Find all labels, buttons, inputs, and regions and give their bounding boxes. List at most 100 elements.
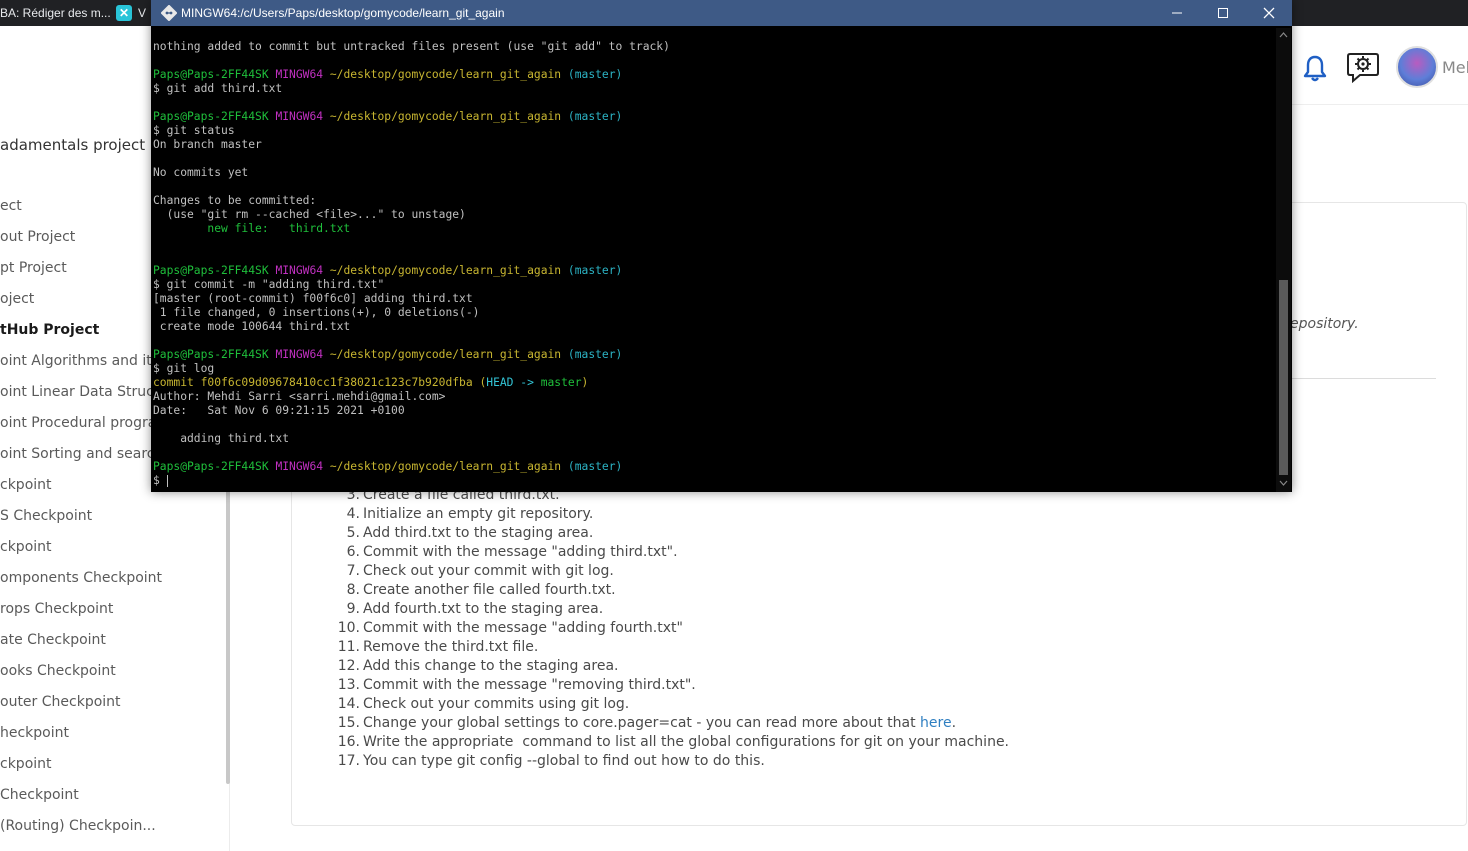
terminal-text: (master) [567, 68, 623, 81]
item-text: Add third.txt to the staging area. [363, 525, 594, 541]
sidebar-item[interactable]: Checkpoint [0, 787, 79, 803]
list-item: 8. Create another file called fourth.txt. [330, 581, 1009, 600]
instructions-list: 3. Create a file called third.txt. 4. Init… [330, 486, 1009, 771]
terminal-text: [master (root-commit) f00f6c0] adding th… [153, 292, 473, 305]
terminal-text: (use "git rm --cached <file>..." to unst… [153, 208, 466, 221]
scroll-down-icon[interactable] [1279, 480, 1288, 486]
bell-icon[interactable] [1303, 54, 1327, 82]
tab-label: V [138, 6, 147, 20]
terminal-text: ~/desktop/gomycode/learn_git_again [329, 264, 562, 277]
terminal-line: No commits yet [153, 166, 1273, 180]
terminal-text: 1 file changed, 0 insertions(+), 0 delet… [153, 306, 480, 319]
here-link[interactable]: here [920, 714, 952, 733]
browser-tab[interactable]: BA: Rédiger des m... [0, 0, 112, 26]
item-text: Check out your commits using git log. [363, 696, 630, 712]
item-text: Write the appropriate command to list al… [363, 734, 1010, 750]
sidebar-item[interactable]: S Checkpoint [0, 508, 92, 524]
item-number: 12. [337, 658, 360, 674]
list-item: 16. Write the appropriate command to list… [330, 733, 1009, 752]
item-text: You can type git config --global to find… [363, 753, 765, 769]
terminal-window[interactable]: MINGW64:/c/Users/Paps/desktop/gomycode/l… [151, 0, 1292, 492]
sidebar-item[interactable]: ckpoint [0, 539, 52, 555]
terminal-text: Paps@Paps-2FF44SK [153, 68, 269, 81]
sidebar-item[interactable]: rops Checkpoint [0, 601, 113, 617]
item-number: 16. [337, 734, 360, 750]
terminal-line: $ git log [153, 362, 1273, 376]
maximize-button[interactable] [1200, 0, 1246, 26]
terminal-line: $ [153, 474, 1273, 488]
terminal-scroll-thumb[interactable] [1279, 280, 1288, 475]
chat-gear-icon[interactable] [1346, 51, 1380, 83]
terminal-line: (use "git rm --cached <file>..." to unst… [153, 208, 1273, 222]
terminal-text: ~/desktop/gomycode/learn_git_again [329, 110, 562, 123]
sidebar-item[interactable]: pt Project [0, 260, 67, 276]
sidebar-item[interactable]: omponents Checkpoint [0, 570, 162, 586]
terminal-output[interactable]: nothing added to commit but untracked fi… [153, 40, 1273, 490]
terminal-text: ~/desktop/gomycode/learn_git_again [329, 348, 562, 361]
sidebar-item[interactable]: ooks Checkpoint [0, 663, 116, 679]
terminal-titlebar[interactable]: MINGW64:/c/Users/Paps/desktop/gomycode/l… [151, 0, 1292, 26]
terminal-text: Paps@Paps-2FF44SK [153, 460, 269, 473]
sidebar-item[interactable]: ect [0, 198, 22, 214]
sidebar-item[interactable]: oint Algorithms and it [0, 353, 152, 369]
sidebar-item[interactable]: (Routing) Checkpoin... [0, 818, 156, 834]
terminal-text: ~/desktop/gomycode/learn_git_again [329, 460, 562, 473]
list-item: 6. Commit with the message "adding third.… [330, 543, 1009, 562]
sidebar-item[interactable]: oint Linear Data Struc [0, 384, 154, 400]
terminal-line: Author: Mehdi Sarri <sarri.mehdi@gmail.c… [153, 390, 1273, 404]
list-item: 15. Change your global settings to core.p… [330, 714, 1009, 733]
browser-tab[interactable]: ✕ V [116, 0, 152, 26]
sidebar-section-title[interactable]: adamentals project [0, 136, 145, 154]
terminal-line: Paps@Paps-2FF44SK MINGW64 ~/desktop/gomy… [153, 264, 1273, 278]
terminal-line: Date: Sat Nov 6 09:21:15 2021 +0100 [153, 404, 1273, 418]
sidebar-item[interactable]: out Project [0, 229, 75, 245]
close-button[interactable] [1246, 0, 1292, 26]
sidebar-item[interactable]: ckpoint [0, 477, 52, 493]
card-divider [1290, 378, 1436, 379]
terminal-line: Changes to be committed: [153, 194, 1273, 208]
item-text: Initialize an empty git repository. [363, 506, 594, 522]
sidebar-item[interactable]: oint Procedural progra [0, 415, 156, 431]
terminal-line: Paps@Paps-2FF44SK MINGW64 ~/desktop/gomy… [153, 68, 1273, 82]
sidebar-item[interactable]: oject [0, 291, 34, 307]
terminal-text: Paps@Paps-2FF44SK [153, 110, 269, 123]
sidebar-item[interactable]: outer Checkpoint [0, 694, 121, 710]
item-number: 10. [337, 620, 360, 636]
minimize-button[interactable] [1154, 0, 1200, 26]
terminal-text: create mode 100644 third.txt [153, 320, 351, 333]
card-description-fragment: epository. [1290, 316, 1359, 332]
terminal-text: adding third.txt [153, 432, 290, 445]
terminal-text: ~/desktop/gomycode/learn_git_again [329, 68, 562, 81]
item-text: Commit with the message "removing third.… [363, 677, 696, 693]
terminal-text: $ git log [153, 362, 215, 375]
user-name[interactable]: Mel [1442, 58, 1468, 77]
terminal-text: master [540, 376, 582, 389]
sidebar-item[interactable]: ckpoint [0, 756, 52, 772]
avatar[interactable] [1396, 46, 1438, 88]
terminal-line: On branch master [153, 138, 1273, 152]
sidebar-item-active[interactable]: tHub Project [0, 322, 99, 338]
list-item: 14. Check out your commits using git log. [330, 695, 1009, 714]
item-text: Check out your commit with git log. [363, 563, 614, 579]
scroll-up-icon[interactable] [1279, 32, 1288, 38]
sidebar-item[interactable]: heckpoint [0, 725, 69, 741]
terminal-line: create mode 100644 third.txt [153, 320, 1273, 334]
terminal-text: Paps@Paps-2FF44SK [153, 264, 269, 277]
terminal-text: MINGW64 [275, 264, 324, 277]
terminal-scrollbar[interactable] [1276, 28, 1291, 492]
sidebar-item[interactable]: ate Checkpoint [0, 632, 106, 648]
terminal-text: (master) [567, 460, 623, 473]
list-item: 13. Commit with the message "removing thi… [330, 676, 1009, 695]
item-number: 15. [337, 715, 360, 731]
terminal-line: Paps@Paps-2FF44SK MINGW64 ~/desktop/gomy… [153, 460, 1273, 474]
item-number: 7. [346, 563, 360, 579]
sidebar-item[interactable]: oint Sorting and searc [0, 446, 155, 462]
